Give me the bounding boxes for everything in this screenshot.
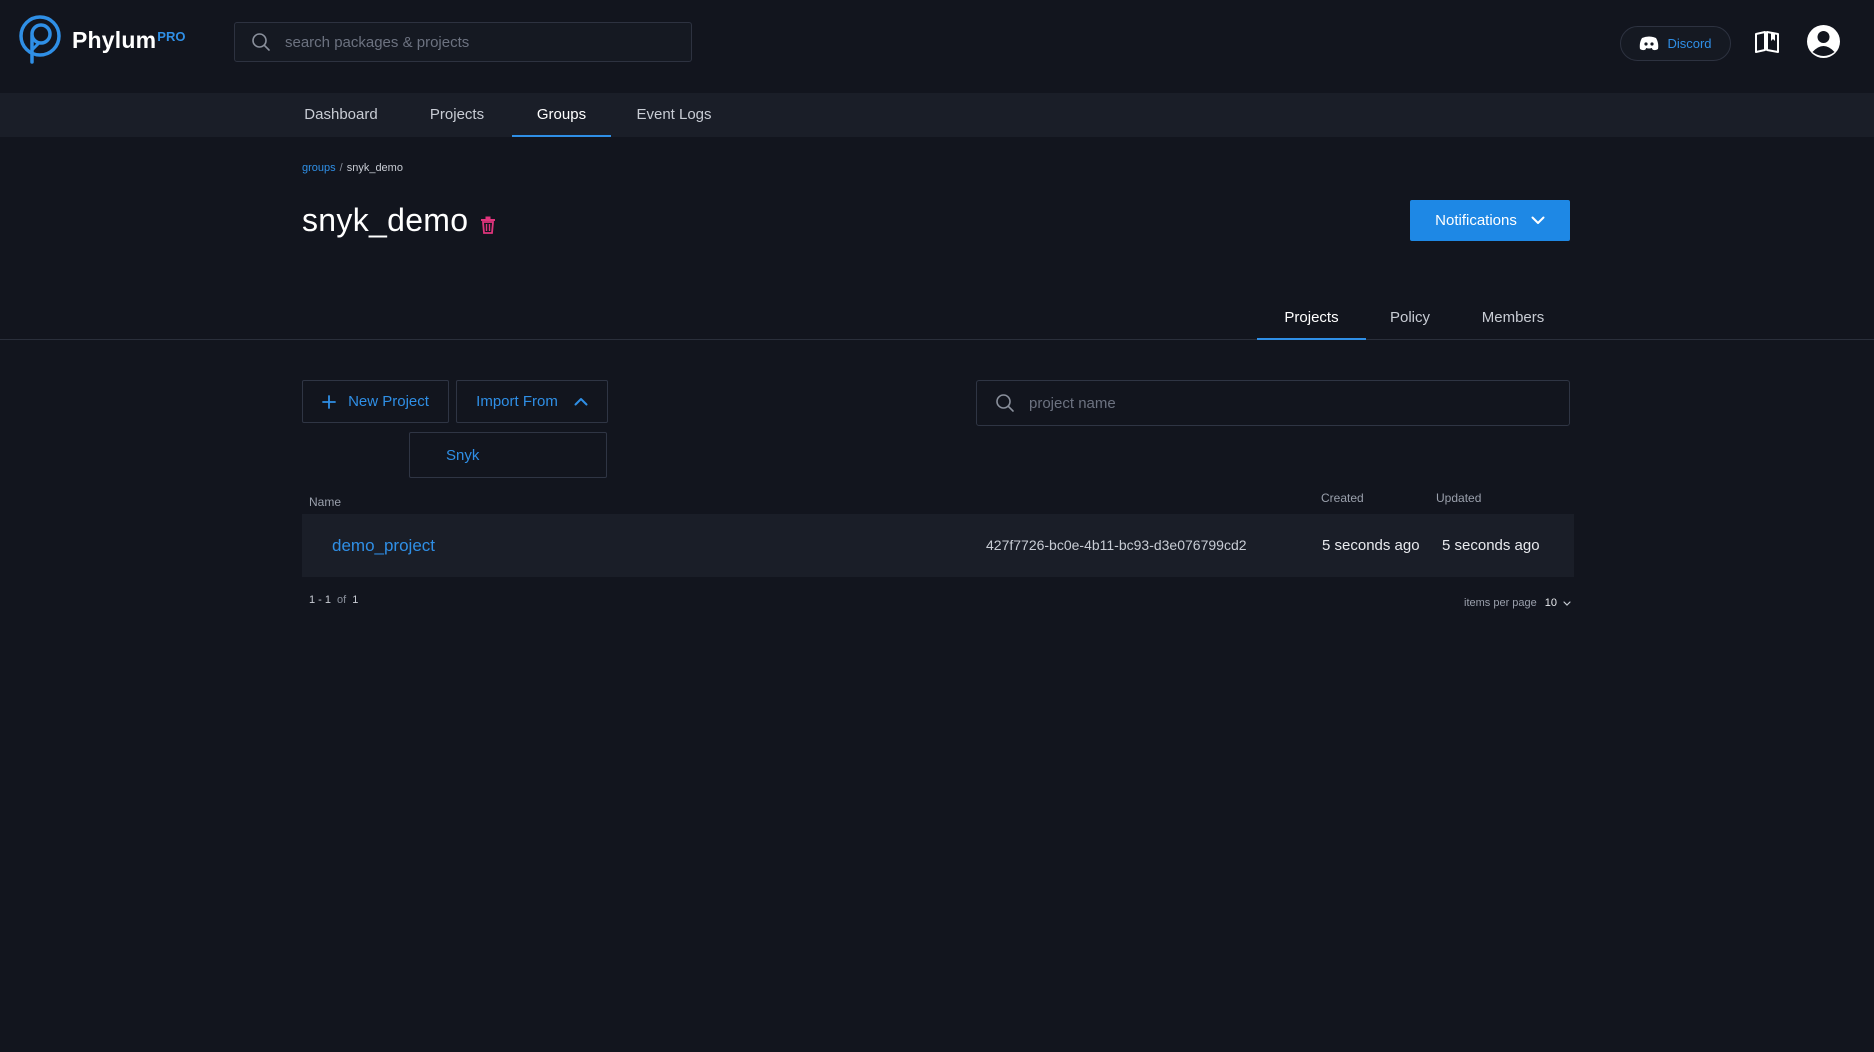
top-bar: Phylum PRO Discord [0,0,1874,93]
chevron-down-icon [1531,216,1545,224]
nav-projects[interactable]: Projects [425,93,489,137]
pagination-of: of [337,594,347,606]
project-created: 5 seconds ago [1322,537,1420,554]
column-header-updated: Updated [1436,491,1482,505]
breadcrumb: groups / snyk_demo [302,162,403,174]
pagination-range-value: 1 - 1 [309,594,332,606]
tab-projects[interactable]: Projects [1257,300,1366,340]
plus-icon [322,394,336,409]
brand-badge: PRO [157,28,186,44]
items-per-page-select[interactable]: 10 [1545,597,1557,609]
search-icon [252,33,270,51]
documentation-book-icon[interactable] [1754,30,1780,54]
chevron-down-icon[interactable] [1563,600,1571,606]
project-name-link[interactable]: demo_project [332,514,435,577]
main-nav: Dashboard Projects Groups Event Logs [0,93,1874,137]
pagination-total: 1 [352,594,359,606]
project-id: 427f7726-bc0e-4b11-bc93-d3e076799cd2 [986,537,1247,553]
search-icon [996,394,1014,412]
import-from-button[interactable]: Import From [456,380,608,423]
import-option-snyk[interactable]: Snyk [446,433,479,479]
items-per-page-label: items per page [1464,597,1537,609]
global-search [234,22,692,62]
new-project-label: New Project [348,393,429,410]
brand-logo[interactable]: Phylum PRO [16,14,185,66]
table-row[interactable]: demo_project 427f7726-bc0e-4b11-bc93-d3e… [302,514,1574,577]
discord-icon [1640,36,1659,51]
nav-event-logs[interactable]: Event Logs [634,93,714,137]
brand-name: Phylum [72,26,157,53]
subtabs-divider [0,339,1874,340]
import-from-label: Import From [476,393,558,410]
global-search-input[interactable] [285,33,665,51]
notifications-button[interactable]: Notifications [1410,200,1570,241]
tab-policy[interactable]: Policy [1380,300,1440,340]
nav-groups[interactable]: Groups [512,93,611,137]
nav-dashboard[interactable]: Dashboard [301,93,381,137]
discord-label: Discord [1667,36,1712,51]
column-header-name: Name [309,495,342,509]
items-per-page: items per page 10 [1464,597,1571,609]
project-updated: 5 seconds ago [1442,537,1540,554]
pagination-range: 1 - 1 of 1 [309,594,358,606]
page-title: snyk_demo [302,202,469,238]
phylum-logo-icon [19,15,61,64]
discord-button[interactable]: Discord [1620,26,1731,61]
notifications-label: Notifications [1435,212,1517,229]
breadcrumb-groups-link[interactable]: groups [302,162,336,174]
delete-group-trash-icon[interactable] [480,216,496,234]
user-avatar-icon[interactable] [1806,24,1841,59]
breadcrumb-separator: / [339,162,343,174]
project-search-input[interactable] [1029,394,1549,412]
tab-members[interactable]: Members [1470,300,1556,340]
new-project-button[interactable]: New Project [302,380,449,423]
chevron-up-icon [574,398,588,406]
import-from-menu: Snyk [409,432,607,478]
column-header-created: Created [1321,491,1364,505]
project-search [976,380,1570,426]
breadcrumb-current: snyk_demo [346,162,403,174]
